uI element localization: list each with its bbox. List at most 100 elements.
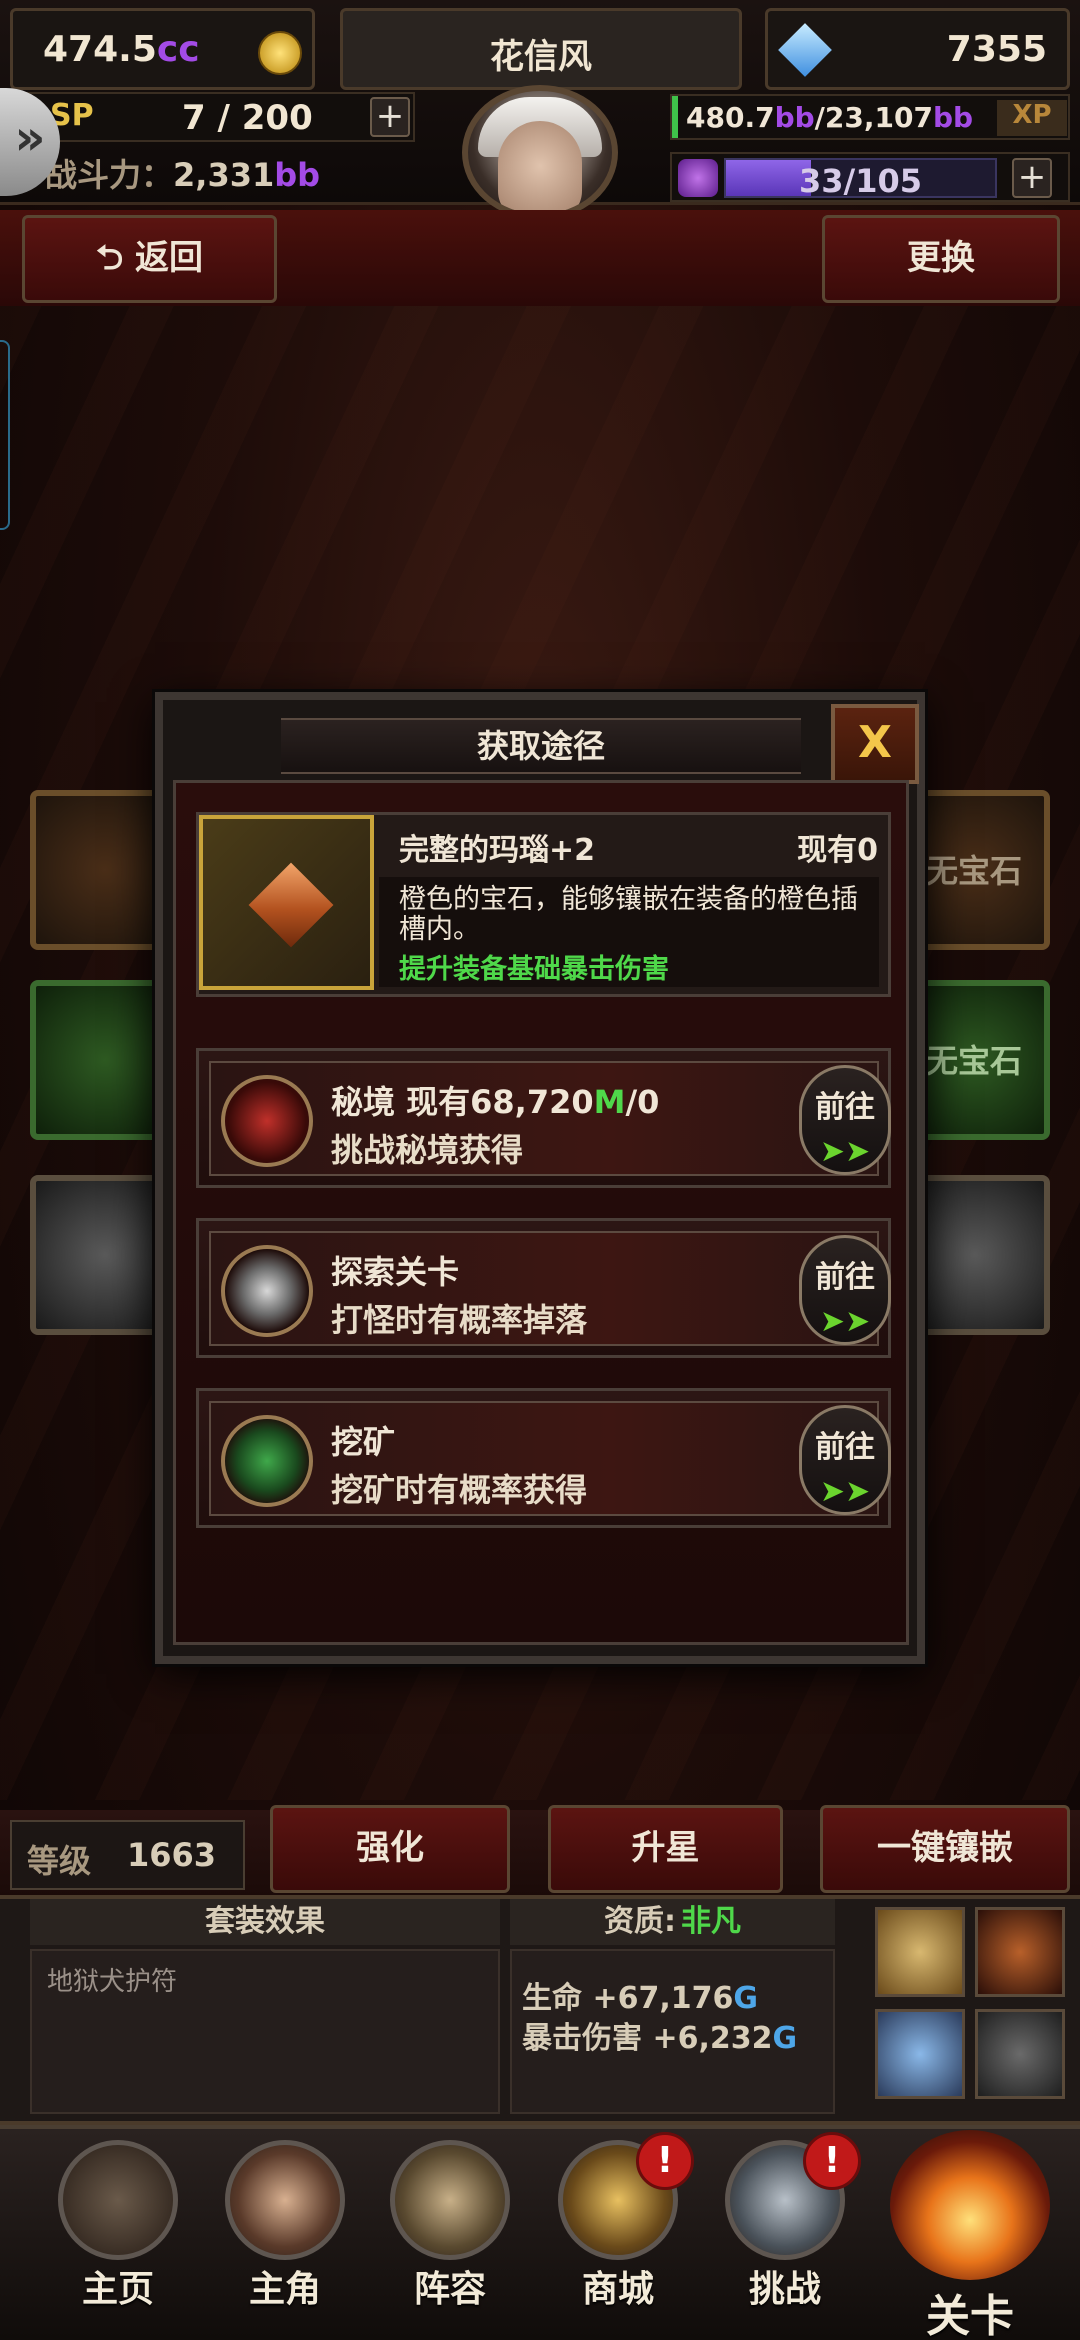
- nav-label: 阵容: [413, 2269, 486, 2310]
- item-owned: 现有0: [797, 833, 878, 868]
- flame-icon: [890, 2130, 1050, 2280]
- go-label: 前往: [815, 1430, 875, 1465]
- notification-badge: !: [636, 2132, 694, 2190]
- no-gem-label-2: 无宝石: [926, 1042, 1023, 1080]
- helmet-icon: [390, 2140, 510, 2260]
- nav-formation[interactable]: 阵容: [380, 2140, 520, 2320]
- double-arrow-icon: ➤➤: [819, 1134, 871, 1169]
- crit-stat: 暴击伤害 +6,232G: [522, 2021, 798, 2056]
- nav-label: 主角: [248, 2269, 321, 2310]
- nav-label: 关卡: [926, 2291, 1014, 2340]
- nav-label: 挑战: [748, 2269, 821, 2310]
- stats-panel: 套装效果 地狱犬护符 资质: 非凡 生命 +67,176G 暴击伤害 +6,23…: [0, 1895, 1080, 2125]
- scroll-icon[interactable]: [875, 1907, 965, 1997]
- cc-currency-value: 474.5cc: [43, 29, 200, 70]
- diamond-icon: [778, 23, 832, 77]
- route-subtitle: 打怪时有概率掉落: [331, 1301, 588, 1339]
- player-name-box: 花信风: [340, 8, 742, 90]
- quality-body: 生命 +67,176G 暴击伤害 +6,232G: [510, 1949, 835, 2114]
- route-title: 探索关卡: [331, 1253, 460, 1291]
- avatar-face: [498, 121, 582, 214]
- nav-stage[interactable]: 关卡: [870, 2130, 1070, 2340]
- side-handle[interactable]: [0, 340, 10, 530]
- quality-header: 资质: 非凡: [510, 1899, 835, 1945]
- set-name: 地狱犬护符: [47, 1967, 178, 1997]
- route-row-mining: 挖矿 挖矿时有概率获得 前往 ➤➤: [196, 1388, 891, 1528]
- set-effect-body: 地狱犬护符: [30, 1949, 500, 2114]
- route-row-explore-stage: 探索关卡 打怪时有概率掉落 前往 ➤➤: [196, 1218, 891, 1358]
- route-row-inner: 探索关卡 打怪时有概率掉落 前往 ➤➤: [209, 1231, 891, 1346]
- item-name: 完整的玛瑙+2: [399, 833, 596, 868]
- hero-icon: [225, 2140, 345, 2260]
- player-avatar[interactable]: [462, 85, 618, 220]
- dialog-title: 获取途径: [476, 727, 605, 765]
- double-arrow-icon: ➤➤: [819, 1474, 871, 1509]
- go-label: 前往: [815, 1090, 875, 1125]
- gem-progress-text: 33/105: [798, 162, 922, 200]
- set-effect-header: 套装效果: [30, 1899, 500, 1945]
- gem-progress-track: 33/105: [724, 158, 997, 200]
- acquire-route-dialog: 获取途径 X 完整的玛瑙+2 现有0 橙色的宝石，能够镶嵌在装备的橙色插槽内。 …: [155, 692, 925, 1664]
- back-button[interactable]: ⮌ 返回: [22, 215, 277, 303]
- route-row-inner: 挖矿 挖矿时有概率获得 前往 ➤➤: [209, 1401, 891, 1516]
- gem-bar: 33/105 +: [670, 152, 1070, 202]
- swap-button[interactable]: 更换: [822, 215, 1060, 303]
- diamond-value: 7355: [946, 29, 1047, 70]
- star-up-button[interactable]: 升星: [548, 1805, 783, 1893]
- nav-hero[interactable]: 主角: [215, 2140, 355, 2320]
- xp-bar: 480.7bb/23,107bb XP: [670, 94, 1070, 140]
- route-row-inner: 秘境 现有68,720M/0 挑战秘境获得 前往 ➤➤: [209, 1061, 891, 1176]
- player-name: 花信风: [490, 37, 592, 77]
- sp-bar: SP 7 / 200 +: [0, 92, 415, 142]
- cc-currency-box: 474.5cc: [10, 8, 315, 90]
- top-status-bar: 474.5cc 花信风 7355 SP 7 / 200 + 战斗力：2,331b…: [0, 0, 1080, 220]
- xp-value: 480.7bb/23,107bb: [686, 101, 974, 134]
- item-effect: 提升装备基础暴击伤害: [399, 954, 669, 985]
- route-row-secret-realm: 秘境 现有68,720M/0 挑战秘境获得 前往 ➤➤: [196, 1048, 891, 1188]
- castle-icon: [58, 2140, 178, 2260]
- item-info-card: 完整的玛瑙+2 现有0 橙色的宝石，能够镶嵌在装备的橙色插槽内。 提升装备基础暴…: [196, 812, 891, 997]
- nav-label: 商城: [581, 2269, 654, 2310]
- gem-add-button[interactable]: +: [1012, 158, 1052, 198]
- level-label: 等级: [27, 1842, 92, 1880]
- go-button[interactable]: 前往 ➤➤: [799, 1065, 891, 1175]
- notification-badge: !: [803, 2132, 861, 2190]
- route-subtitle: 挖矿时有概率获得: [331, 1471, 588, 1509]
- go-label: 前往: [815, 1260, 875, 1295]
- pickaxe-ore-icon: [221, 1415, 313, 1507]
- nav-home[interactable]: 主页: [48, 2140, 188, 2320]
- level-box: 等级 1663: [10, 1820, 245, 1890]
- nav-challenge[interactable]: 挑战 !: [715, 2132, 861, 2320]
- nav-shop[interactable]: 商城 !: [548, 2132, 694, 2320]
- wing-blade-icon[interactable]: [875, 2009, 965, 2099]
- auto-inlay-button[interactable]: 一键镶嵌: [820, 1805, 1070, 1893]
- orange-gem-icon: [248, 862, 334, 948]
- fire-beast-icon[interactable]: [975, 1907, 1065, 1997]
- skull-swords-icon: [221, 1245, 313, 1337]
- close-button[interactable]: X: [831, 704, 919, 784]
- item-desc-box: 橙色的宝石，能够镶嵌在装备的橙色插槽内。 提升装备基础暴击伤害: [379, 877, 879, 987]
- sp-value: 7 / 200: [182, 98, 313, 138]
- nav-label: 主页: [81, 2269, 154, 2310]
- route-title: 秘境 现有68,720M/0: [331, 1083, 660, 1121]
- diamond-box: 7355: [765, 8, 1070, 90]
- sp-add-button[interactable]: +: [370, 97, 410, 137]
- lock-icon[interactable]: [975, 2009, 1065, 2099]
- go-button[interactable]: 前往 ➤➤: [799, 1235, 891, 1345]
- purple-gem-icon: [678, 159, 718, 197]
- route-subtitle: 挑战秘境获得: [331, 1131, 524, 1169]
- route-title: 挖矿: [331, 1423, 396, 1461]
- secret-realm-icon: [221, 1075, 313, 1167]
- hp-stat: 生命 +67,176G: [522, 1981, 758, 2016]
- back-arrow-icon: ⮌: [95, 238, 136, 278]
- item-tile: [199, 815, 374, 990]
- dialog-title-bar: 获取途径: [281, 718, 801, 774]
- combat-power: 战斗力：2,331bb: [45, 156, 321, 194]
- enhance-button[interactable]: 强化: [270, 1805, 510, 1893]
- double-arrow-icon: ➤➤: [819, 1304, 871, 1339]
- gold-coin-icon: [258, 31, 302, 75]
- go-button[interactable]: 前往 ➤➤: [799, 1405, 891, 1515]
- item-description: 橙色的宝石，能够镶嵌在装备的橙色插槽内。: [399, 884, 858, 945]
- level-value: 1663: [127, 1836, 217, 1874]
- xp-fill: [672, 96, 678, 138]
